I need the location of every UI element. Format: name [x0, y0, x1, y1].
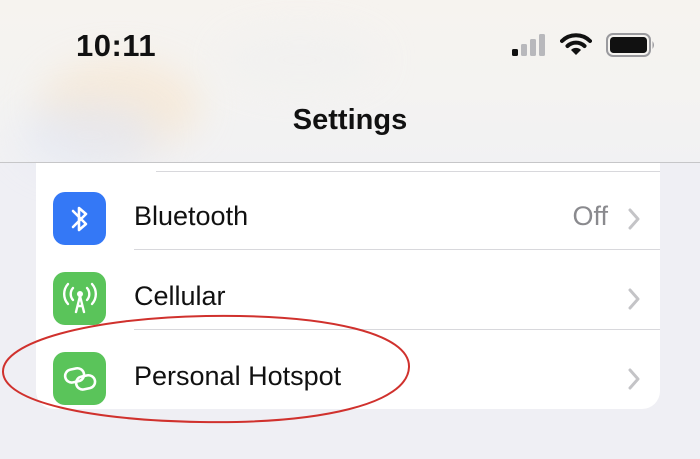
page-title: Settings — [292, 104, 408, 136]
settings-group: Bluetooth Off Cellular Personal Hotspot — [36, 163, 660, 409]
status-icons — [512, 33, 656, 62]
bluetooth-icon — [53, 192, 106, 245]
chevron-right-icon — [624, 206, 644, 232]
settings-row-label: Bluetooth — [134, 201, 249, 231]
bluetooth-status-value: Off — [572, 201, 608, 231]
navigation-header: 10:11 Settings — [0, 0, 700, 170]
wifi-icon — [560, 33, 592, 62]
chevron-right-icon — [624, 286, 644, 312]
hotspot-link-icon — [53, 352, 106, 405]
row-separator — [156, 171, 660, 172]
status-time: 10:11 — [76, 28, 157, 63]
cellular-signal-icon — [512, 34, 546, 61]
settings-screen: 10:11 Settings Bluetooth Off Cellular Pe… — [0, 0, 700, 459]
cellular-antenna-icon — [53, 272, 106, 325]
row-separator — [134, 329, 660, 330]
chevron-right-icon — [624, 366, 644, 392]
settings-row-personal-hotspot[interactable]: Personal Hotspot — [36, 333, 660, 413]
settings-row-label: Personal Hotspot — [134, 361, 342, 391]
battery-icon — [606, 33, 656, 62]
row-separator — [134, 249, 660, 250]
settings-row-bluetooth[interactable]: Bluetooth Off — [36, 173, 660, 253]
settings-row-label: Cellular — [134, 281, 226, 311]
settings-row-cellular[interactable]: Cellular — [36, 253, 660, 333]
